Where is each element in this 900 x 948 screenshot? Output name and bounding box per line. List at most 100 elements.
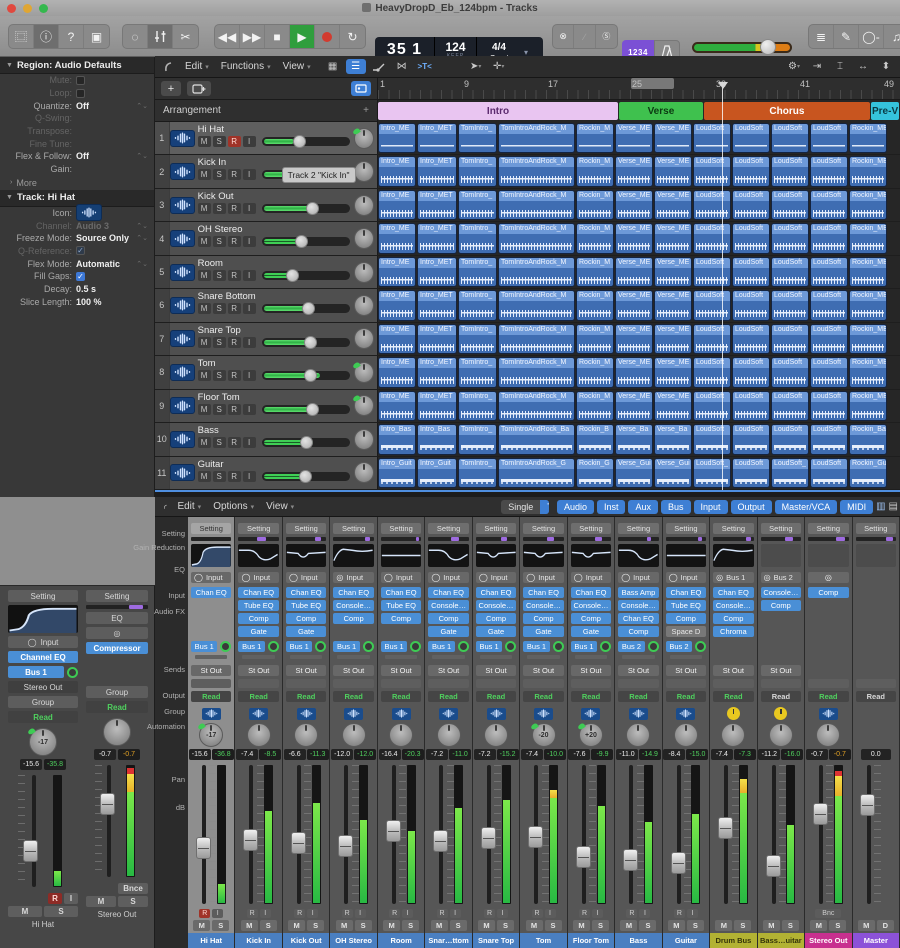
pan-knob[interactable]: [674, 723, 698, 747]
region-loudsoft[interactable]: LoudSoft: [810, 257, 848, 287]
fx-slot-gate[interactable]: Gate: [476, 626, 516, 637]
record-enable-button[interactable]: R: [228, 136, 241, 147]
region-loudsoft[interactable]: LoudSoft: [771, 156, 809, 186]
region-rockin_m[interactable]: Rockin_M: [576, 223, 614, 253]
inspector-checkbox[interactable]: ✓: [76, 246, 85, 255]
region-loudsoft[interactable]: LoudSoft: [771, 190, 809, 220]
track-header[interactable]: 8TomMSRI: [155, 356, 378, 388]
inspector-row-value[interactable]: Audio 3: [76, 221, 109, 231]
fader-cap[interactable]: [671, 852, 686, 874]
region-loudsoft[interactable]: LoudSoft: [771, 223, 809, 253]
arrangement-marker-verse[interactable]: Verse: [619, 102, 703, 120]
group-slot[interactable]: [571, 679, 611, 688]
solo-button[interactable]: S: [355, 920, 372, 931]
record-enable-button[interactable]: R: [228, 437, 241, 448]
eq-thumbnail[interactable]: [666, 544, 706, 567]
fader-cap[interactable]: [481, 827, 496, 849]
fader-cap[interactable]: [718, 817, 733, 839]
eq-thumbnail[interactable]: [286, 544, 326, 567]
pan-knob[interactable]: [484, 723, 508, 747]
track-header[interactable]: 11GuitarMSRI: [155, 457, 378, 489]
send-slot[interactable]: Bus 1: [568, 641, 614, 652]
eq-thumbnail[interactable]: [428, 544, 468, 567]
output-slot[interactable]: Stereo Out: [8, 681, 78, 693]
input-slot[interactable]: ◯Input: [666, 572, 706, 583]
volume-slider[interactable]: [262, 237, 350, 246]
region-loudsoft[interactable]: LoudSoft: [771, 391, 809, 421]
region-loudsoft[interactable]: LoudSoft: [771, 357, 809, 387]
input-slot[interactable]: ◎Bus 2: [761, 572, 801, 583]
fx-slot-tubeeq[interactable]: Tube EQ: [286, 600, 326, 611]
automation-mode-button[interactable]: Read: [713, 691, 753, 702]
input-slot[interactable]: ◯Input: [428, 572, 468, 583]
region-loudsoft[interactable]: LoudSoft: [693, 123, 731, 153]
fader-track[interactable]: [629, 765, 633, 904]
forward-button[interactable]: ▶▶: [240, 25, 265, 48]
fx-slot-console[interactable]: Console…: [713, 600, 753, 611]
region-tomintroandrock_m[interactable]: TomIntroAndRock_M: [498, 290, 575, 320]
input-monitor-button[interactable]: I: [260, 909, 271, 918]
pan-knob[interactable]: [721, 723, 745, 747]
wide-strips-icon[interactable]: ▤: [889, 499, 898, 514]
region-verse_me[interactable]: Verse_ME: [654, 257, 692, 287]
region-verse_gui[interactable]: Verse_Gui: [654, 458, 692, 488]
pan-knob[interactable]: [816, 723, 840, 747]
region-tomintroandrock_m[interactable]: TomIntroAndRock_M: [498, 156, 575, 186]
solo-button[interactable]: S: [44, 906, 78, 917]
pan-knob[interactable]: [247, 723, 271, 747]
eq-thumbnail[interactable]: [618, 544, 658, 567]
fx-slot-chaneq[interactable]: Chan EQ: [618, 613, 658, 624]
volume-slider-thumb[interactable]: [295, 235, 308, 248]
fx-slot-comp[interactable]: Comp: [381, 613, 421, 624]
region-tomintro_[interactable]: TomIntro_: [458, 324, 497, 354]
pan-knob[interactable]: -17: [29, 728, 57, 756]
fx-slot-spaced[interactable]: Space D: [666, 626, 706, 637]
volume-slider[interactable]: [262, 137, 350, 146]
fx-slot-comp[interactable]: Comp: [571, 613, 611, 624]
volume-slider-thumb[interactable]: [304, 369, 317, 382]
region-verse_me[interactable]: Verse_ME: [615, 257, 653, 287]
send-slot[interactable]: Bus 2: [663, 641, 709, 652]
pan-knob[interactable]: [354, 429, 374, 450]
group-slot[interactable]: [476, 679, 516, 688]
inspector-row[interactable]: Flex Mode:Automatic⌃⌄: [0, 257, 154, 270]
mixer-filter-audio[interactable]: Audio: [557, 500, 594, 514]
channel-setting-button[interactable]: Setting: [191, 523, 231, 534]
mixer-filter-output[interactable]: Output: [731, 500, 772, 514]
fader-track[interactable]: [202, 765, 206, 904]
fx-slot-gate[interactable]: Gate: [571, 626, 611, 637]
input-monitor-button[interactable]: I: [545, 909, 556, 918]
mute-button[interactable]: M: [193, 920, 210, 931]
master-volume-slider[interactable]: [692, 42, 792, 53]
fx-slot-console[interactable]: Console…: [523, 600, 563, 611]
fx-slot-gate[interactable]: Gate: [523, 626, 563, 637]
region-intro_met[interactable]: Intro_MET: [417, 190, 457, 220]
channel-name-plate[interactable]: Room: [378, 933, 424, 948]
send-bus-label[interactable]: Bus 1: [571, 641, 597, 652]
mute-button[interactable]: M: [198, 471, 211, 482]
channel-setting-button[interactable]: Setting: [761, 523, 801, 534]
mute-button[interactable]: M: [86, 896, 116, 907]
region-intro_met[interactable]: Intro_MET: [417, 257, 457, 287]
group-slot[interactable]: [191, 679, 231, 688]
cycle-button[interactable]: ↻: [340, 25, 365, 48]
group-slot[interactable]: Group: [8, 696, 78, 708]
region-intro_met[interactable]: Intro_MET: [417, 123, 457, 153]
pan-knob[interactable]: [354, 228, 374, 249]
pan-knob[interactable]: [103, 718, 131, 746]
record-enable-button[interactable]: R: [437, 909, 448, 918]
track-name[interactable]: Snare Bottom: [198, 291, 350, 302]
volume-slider-thumb[interactable]: [302, 302, 315, 315]
region-loudsoft_[interactable]: LoudSoft_: [771, 458, 809, 488]
automation-mode-button[interactable]: Read: [333, 691, 373, 702]
inspector-row-value[interactable]: Off: [76, 151, 89, 161]
region-verse_me[interactable]: Verse_ME: [654, 324, 692, 354]
region-tomintroandrock_ba[interactable]: TomIntroAndRock_Ba: [498, 424, 575, 454]
fx-slot-comp[interactable]: Comp: [333, 613, 373, 624]
bounce-button[interactable]: Bnce: [118, 883, 148, 894]
mixer-sliders-icon[interactable]: [148, 25, 173, 48]
region-verse_ba[interactable]: Verse_Ba: [615, 424, 653, 454]
arrangement-marker-chorus[interactable]: Chorus: [704, 102, 870, 120]
automation-mode-button[interactable]: Read: [428, 691, 468, 702]
solo-button[interactable]: S: [260, 920, 277, 931]
